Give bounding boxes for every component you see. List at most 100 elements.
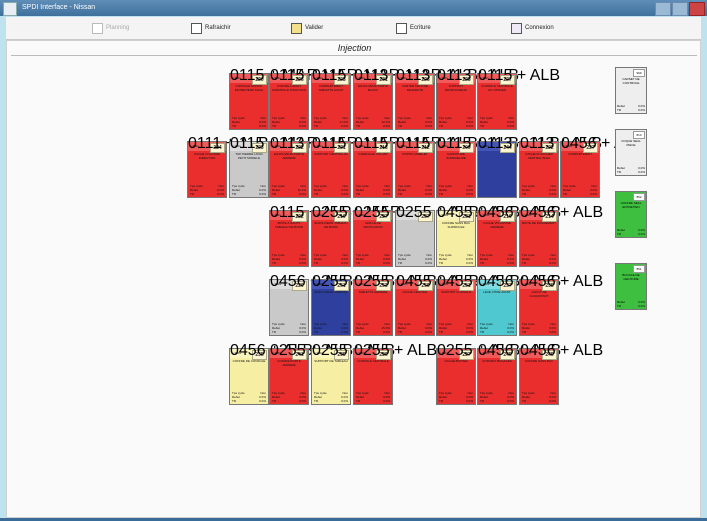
tile-stat-row: TR 0.0% [398, 330, 432, 334]
tile-stats: Tps cycle Non Rebut 0.0% TR 0.0% [480, 116, 514, 128]
side-stat-value: 0.0% [638, 304, 645, 308]
tile-stats: Tps cycle Non Rebut 0.0% TR 0.0% [232, 184, 266, 196]
tile-stats: Tps cycle Non Rebut 0.0% TR 0.0% [356, 184, 390, 196]
tile-stat-value: 0.0% [549, 261, 556, 265]
tile-stat-value: 0.0% [217, 192, 224, 196]
tile-stat-label: TR [439, 330, 443, 334]
tile-stat-label: TR [232, 192, 236, 196]
tile-stat-label: TR [232, 124, 236, 128]
tile-stat-value: 0.0% [383, 261, 390, 265]
tile-stats: Tps cycle Non Rebut 0.0% TR 0.0% [522, 391, 556, 403]
tile-stat-value: 0.0% [507, 261, 514, 265]
tile-stat-value: 0.0% [549, 330, 556, 334]
tile-code: 0456 + ALB [520, 204, 604, 221]
side-stat-label: TR [617, 108, 621, 112]
tile-stats: Tps cycle Non Rebut 0.0% TR 0.0% [398, 116, 432, 128]
side-tile-number: 813 [633, 131, 645, 139]
planning-button[interactable]: Planning [92, 21, 129, 35]
tile-stat-value: 0.0% [507, 399, 514, 403]
side-tile-number: 852 [633, 193, 645, 201]
side-stat-row: TR 0.0% [617, 304, 645, 308]
connect-button[interactable]: Connexion [511, 21, 554, 35]
tile-stats: Tps cycle Non Rebut 0.0% TR 0.0% [272, 322, 306, 334]
main-panel: Injection > 999+ 220 CONSOLE NISSAN ENTRET… [6, 40, 701, 518]
tile-stat-label: TR [356, 330, 360, 334]
side-tile-stats: Rebut 0.0% TR 0.0% [617, 166, 645, 174]
side-tile-name: BOUCLE DE CEINTURE [622, 273, 640, 281]
tile-stat-value: 0.0% [341, 124, 348, 128]
tile-stat-row: TR 0.0% [563, 192, 597, 196]
tile-stats: Tps cycle Non Rebut 0.1% TR 0.0% [480, 253, 514, 265]
tile-stat-value: 0.0% [341, 399, 348, 403]
tile-stat-value: 0.0% [341, 330, 348, 334]
tile-code: 0115 + ALB [478, 67, 560, 84]
tile-part-name: COFFRE PORTE ARRIERE [277, 359, 301, 367]
tile-part-name: ENJOLIVEUR TABLEAU DE BORD [314, 221, 348, 229]
side-tile[interactable]: 999 CARNET DE CONTROLE Rebut 0.0% TR 0.0% [615, 67, 647, 114]
side-tile-stats: Rebut 0.0% TR 0.0% [617, 228, 645, 236]
tile-part-name: SUPPORT RETROVISEUR [445, 84, 467, 92]
tile-stats: Tps cycle Non Rebut 0.0% TR 0.0% [314, 391, 348, 403]
tile-stat-label: TR [356, 192, 360, 196]
tile-stat-label: TR [314, 124, 318, 128]
tile-stat-row: TR 0.0% [356, 124, 390, 128]
side-tile[interactable]: 813 COQUE SEAL PIECE Rebut 0.0% TR 0.0% [615, 129, 647, 176]
validate-button[interactable]: Valider [291, 21, 323, 35]
side-stat-label: TR [617, 232, 621, 236]
tile-stat-value: 0.0% [383, 330, 390, 334]
tile-stat-row: TR 0.0% [398, 192, 432, 196]
tile-stats: Tps cycle Non Rebut 0.0% TR 0.0% [272, 253, 306, 265]
minimize-button[interactable] [655, 2, 671, 16]
tile-part-name: CONSOLE NISSAN ENTRETIENS ARCH [234, 84, 264, 92]
tile-stat-row: TR 0.0% [356, 192, 390, 196]
tile-stat-row: TR 0.0% [439, 399, 473, 403]
tile-stat-label: TR [272, 330, 276, 334]
tile-stat-label: TR [272, 124, 276, 128]
tile-stat-label: TR [314, 261, 318, 265]
tile-stat-value: 0.0% [466, 124, 473, 128]
tile-stat-label: TR [314, 330, 318, 334]
side-tile[interactable]: 851 BOUCLE DE CEINTURE Rebut 0.0% TR 0.0% [615, 263, 647, 310]
tile-stats: Tps cycle Non Rebut 0.0% TR 0.0% [439, 253, 473, 265]
side-tile-number: 999 [633, 69, 645, 77]
tile-stat-row: TR 0.0% [480, 330, 514, 334]
tile-stats: Tps cycle Non Rebut 0.0% TR 0.0% [522, 253, 556, 265]
tile-stat-value: 0.0% [466, 192, 473, 196]
tile-stat-value: 0.0% [425, 261, 432, 265]
tile-stat-label: TR [232, 399, 236, 403]
tile-stats: Tps cycle Non Rebut 0.0% TR 0.0% [232, 391, 266, 403]
tile-stats: Tps cycle Non Rebut 0.0% TR 0.0% [563, 184, 597, 196]
tile-stat-label: TR [272, 261, 276, 265]
tile-stats: Tps cycle Non Rebut 0.0% TR 0.0% [439, 322, 473, 334]
connect-icon [511, 22, 522, 34]
tile-stat-label: TR [272, 192, 276, 196]
tile-stat-value: 0.0% [341, 261, 348, 265]
tile-stat-value: 0.0% [549, 399, 556, 403]
tile-stat-label: TR [356, 261, 360, 265]
tile-stats: Tps cycle Non Rebut 0.0% TR 0.0% [480, 322, 514, 334]
tile-stats: Tps cycle Non Rebut 12.1% TR 0.0% [356, 116, 390, 128]
tile-stat-row: TR 0.0% [272, 330, 306, 334]
tile-stat-row: TR 0.0% [398, 261, 432, 265]
tile-stat-row: TR 0.0% [272, 124, 306, 128]
refresh-button[interactable]: Rafraichir [191, 21, 231, 35]
tile-stat-row: TR 0.0% [439, 192, 473, 196]
tile-stat-label: TR [480, 124, 484, 128]
validate-icon [291, 22, 302, 34]
tile-part-name: CAPOT DE CLIGNOTANT [529, 290, 549, 298]
tile-stat-value: 0.0% [425, 192, 432, 196]
maximize-button[interactable] [672, 2, 688, 16]
side-tile-name: CARNET DE CONTROLE [622, 77, 640, 85]
tile-stat-row: TR 0.0% [272, 192, 306, 196]
tile-stat-row: TR 0.0% [314, 330, 348, 334]
side-tile[interactable]: 852 COFFRE SEAL ENTRETIEN Rebut 0.0% TR 0.0% [615, 191, 647, 238]
close-button[interactable] [689, 2, 705, 16]
tile-stats: Tps cycle Non Rebut 8.0% TR 0.0% [272, 116, 306, 128]
tile-stat-value: 0.0% [259, 192, 266, 196]
tile-stats: Tps cycle Non Rebut 0.0% TR 0.0% [314, 253, 348, 265]
tile-stat-label: TR [439, 261, 443, 265]
write-button[interactable]: Ecriture [396, 21, 431, 35]
tile-stat-row: TR 0.0% [272, 399, 306, 403]
tile-stat-label: TR [398, 124, 402, 128]
tile-stat-row: TR 0.0% [480, 261, 514, 265]
